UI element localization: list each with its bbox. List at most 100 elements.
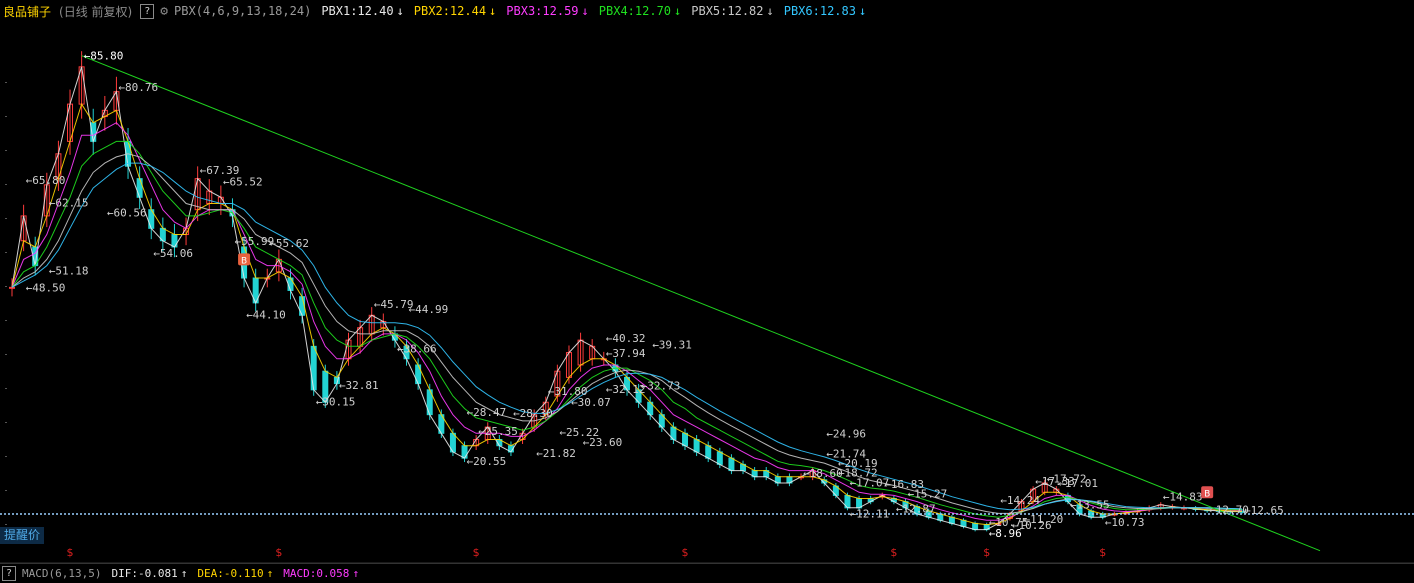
price-label: ←12.70 bbox=[1209, 504, 1249, 517]
indicator-value-arrow-icon: ↓ bbox=[581, 4, 589, 18]
price-label: ←32.12 bbox=[606, 383, 646, 396]
help-button[interactable]: ? bbox=[140, 3, 155, 19]
price-label: ←18.60 bbox=[803, 467, 843, 480]
price-label: ←12.65 bbox=[1244, 504, 1284, 517]
price-label: ←55.62 bbox=[269, 237, 309, 250]
price-label: ←32.81 bbox=[339, 379, 379, 392]
axis-tick bbox=[5, 116, 7, 117]
indicator-value-2: PBX2:12.44 bbox=[413, 4, 487, 18]
series-line-pbx4 bbox=[11, 140, 1243, 518]
macd-value-2: DEA:-0.110 bbox=[197, 567, 264, 580]
price-label: ←48.50 bbox=[26, 281, 66, 294]
series-line-pbx1 bbox=[11, 66, 1242, 531]
indicator-value-arrow-icon: ↓ bbox=[396, 4, 404, 18]
price-label: ←20.55 bbox=[467, 455, 507, 468]
macd-values: DIF:-0.081 ↑ DEA:-0.110 ↑ MACD:0.058 ↑ bbox=[101, 567, 359, 580]
axis-tick bbox=[5, 524, 7, 525]
price-label: ←60.56 bbox=[107, 206, 147, 219]
price-label: ←12.87 bbox=[896, 503, 936, 516]
price-label: ←44.99 bbox=[409, 303, 449, 316]
price-label: ←25.22 bbox=[559, 426, 599, 439]
price-label: ←13.55 bbox=[1070, 498, 1110, 511]
indicator-name[interactable]: PBX(4,6,9,13,18,24) bbox=[174, 4, 311, 18]
sell-signal: $ bbox=[682, 546, 689, 559]
price-label: ←17.07 bbox=[849, 477, 889, 490]
price-label: ←65.52 bbox=[223, 176, 263, 189]
macd-value-1: DIF:-0.081 bbox=[111, 567, 178, 580]
indicator-value-1: PBX1:12.40 bbox=[321, 4, 394, 18]
axis-tick bbox=[5, 82, 7, 83]
indicator-header: 良品铺子 (日线 前复权) ? ⚙ PBX(4,6,9,13,18,24) PB… bbox=[0, 0, 1414, 22]
candle bbox=[9, 286, 15, 289]
price-chart[interactable]: ←85.80 ←80.76 ←65.80 ←62.15 ←60.56 ←51.18 ←48.… bbox=[0, 22, 1414, 563]
axis-tick bbox=[5, 252, 7, 253]
axis-tick bbox=[5, 218, 7, 219]
series-line-pbx2 bbox=[11, 102, 1243, 526]
price-label: ←21.82 bbox=[536, 447, 576, 460]
price-label: ←17.01 bbox=[1058, 477, 1098, 490]
price-label: ←62.15 bbox=[49, 197, 89, 210]
candle bbox=[705, 445, 712, 459]
axis-tick bbox=[5, 184, 7, 185]
axis-tick bbox=[5, 422, 7, 423]
sell-signal: $ bbox=[275, 546, 282, 559]
price-label: ←37.94 bbox=[606, 347, 646, 360]
axis-tick bbox=[5, 354, 7, 355]
candle bbox=[310, 345, 317, 391]
price-label: ←51.18 bbox=[49, 265, 89, 278]
indicator-value-5: PBX5:12.82 bbox=[691, 4, 764, 18]
indicator-value-6: PBX6:12.83 bbox=[783, 4, 856, 18]
price-label: ←24.96 bbox=[826, 428, 866, 441]
candle bbox=[716, 451, 723, 465]
indicator-value-arrow-icon: ↓ bbox=[766, 4, 774, 18]
gear-icon[interactable]: ⚙ bbox=[160, 4, 168, 19]
axis-tick bbox=[5, 456, 7, 457]
price-label: ←38.66 bbox=[397, 342, 437, 355]
indicator-value-arrow-icon: ↓ bbox=[674, 4, 682, 18]
price-label: ←85.80 bbox=[84, 50, 124, 63]
candle bbox=[682, 432, 689, 447]
price-label: ←8.96 bbox=[989, 527, 1022, 540]
macd-value-3: MACD:0.058 bbox=[283, 567, 350, 580]
indicator-value-4: PBX4:12.70 bbox=[598, 4, 672, 18]
buy-marker-label: B bbox=[1204, 489, 1210, 499]
indicator-values: PBX1:12.40 ↓ PBX2:12.44 ↓ PBX3:12.59 ↓ PBX4:12… bbox=[311, 4, 866, 18]
price-label: ←44.10 bbox=[246, 309, 286, 322]
price-label: ←55.99 bbox=[234, 235, 274, 248]
price-label: ←65.80 bbox=[26, 174, 66, 187]
price-label: ←45.79 bbox=[374, 298, 414, 311]
sell-signal: $ bbox=[67, 546, 74, 559]
axis-tick bbox=[5, 490, 7, 491]
trendline[interactable] bbox=[81, 55, 1321, 552]
price-label: ←30.07 bbox=[571, 396, 611, 409]
indicator-value-arrow-icon: ↓ bbox=[489, 4, 497, 18]
axis-tick bbox=[5, 150, 7, 151]
stock-name[interactable]: 良品铺子 bbox=[3, 3, 51, 20]
sell-signal: $ bbox=[983, 546, 990, 559]
price-label: ←12.11 bbox=[849, 507, 889, 520]
indicator-value-3: PBX3:12.59 bbox=[506, 4, 579, 18]
price-label: ←28.30 bbox=[513, 407, 553, 420]
macd-value-arrow-icon: ↑ bbox=[180, 567, 188, 580]
axis-tick bbox=[5, 320, 7, 321]
axis-tick bbox=[5, 388, 7, 389]
price-label: ←32.73 bbox=[641, 379, 681, 392]
price-label: ←10.73 bbox=[1105, 516, 1145, 529]
price-label: ←80.76 bbox=[118, 81, 158, 94]
price-label: ←40.32 bbox=[606, 332, 646, 345]
candle bbox=[136, 178, 143, 198]
price-label: ←14.24 bbox=[1000, 494, 1040, 507]
indicator-value-arrow-icon: ↓ bbox=[858, 4, 867, 18]
macd-help-button[interactable]: ? bbox=[2, 566, 16, 581]
axis-tick bbox=[5, 286, 7, 287]
macd-value-arrow-icon: ↑ bbox=[266, 567, 274, 580]
period-label: (日线 前复权) bbox=[59, 4, 133, 19]
candle bbox=[728, 457, 735, 472]
sell-signal: $ bbox=[1099, 546, 1106, 559]
price-label: ←14.83 bbox=[1163, 490, 1203, 503]
macd-name[interactable]: MACD(6,13,5) bbox=[22, 567, 101, 580]
price-label: ←25.35 bbox=[478, 425, 518, 438]
price-label: ←30.15 bbox=[316, 395, 356, 408]
alert-price-button[interactable]: 提醒价 bbox=[0, 527, 44, 544]
candle bbox=[693, 439, 700, 453]
